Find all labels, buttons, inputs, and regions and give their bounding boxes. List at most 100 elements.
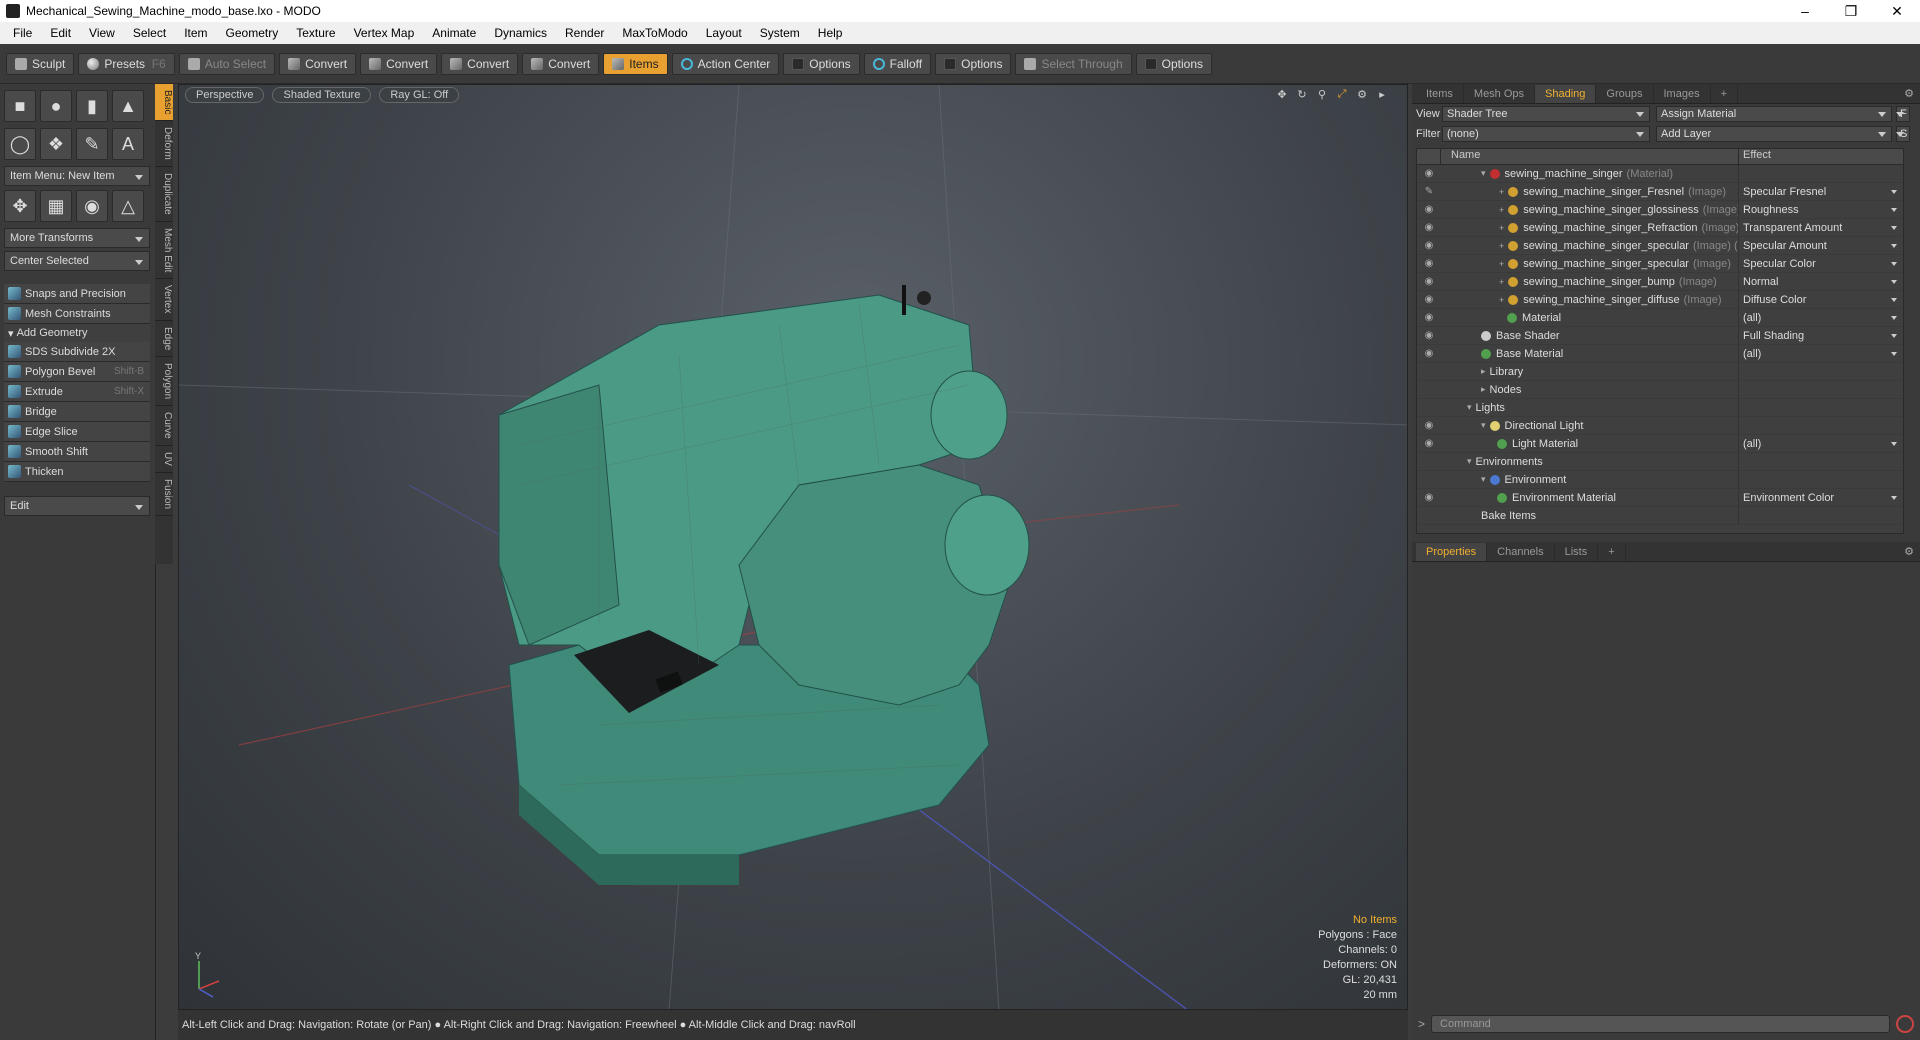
options-button-2[interactable]: Options <box>935 52 1012 75</box>
maximize-icon[interactable]: ⤢ <box>1335 88 1349 102</box>
tool-edge-slice[interactable]: Edge Slice <box>4 422 150 442</box>
visibility-eye-icon[interactable]: ◉ <box>1417 294 1441 305</box>
filter-select[interactable]: (none) <box>1442 126 1650 142</box>
torus-primitive-icon[interactable]: ◯ <box>4 128 36 160</box>
shader-tree-row[interactable]: ▸ Nodes <box>1417 380 1903 399</box>
visibility-eye-icon[interactable]: ✎ <box>1417 186 1441 197</box>
shader-tree-row[interactable]: ◉ + sewing_machine_singer_diffuse (Image) Di… <box>1417 290 1903 309</box>
visibility-eye-icon[interactable]: ◉ <box>1417 222 1441 233</box>
items-mode-button[interactable]: Items <box>603 52 668 75</box>
effect-dropdown[interactable]: Transparent Amount <box>1739 219 1903 237</box>
shader-tree-row[interactable]: ▾ Lights <box>1417 398 1903 417</box>
tool-extrude[interactable]: Extrude Shift-X <box>4 382 150 402</box>
tab-images[interactable]: Images <box>1654 85 1711 103</box>
expand-toggle-icon[interactable]: + <box>1499 259 1504 269</box>
shader-tree-row[interactable]: ◉ + sewing_machine_singer_glossiness (Image… <box>1417 200 1903 219</box>
gear-icon[interactable]: ⚙ <box>1355 88 1369 102</box>
minimize-button[interactable]: – <box>1782 3 1828 19</box>
effect-dropdown[interactable]: Full Shading <box>1739 327 1903 345</box>
command-input[interactable]: Command <box>1431 1015 1890 1033</box>
menu-item-edit[interactable]: Edit <box>41 26 80 40</box>
close-button[interactable]: ✕ <box>1874 3 1920 20</box>
expand-toggle-icon[interactable]: + <box>1499 187 1504 197</box>
menu-item-dynamics[interactable]: Dynamics <box>485 26 556 40</box>
shading-mode-button[interactable]: Shaded Texture <box>272 87 372 103</box>
menu-item-maxtomodo[interactable]: MaxToModo <box>613 26 696 40</box>
menu-item-texture[interactable]: Texture <box>287 26 344 40</box>
tab-mesh-ops[interactable]: Mesh Ops <box>1464 85 1536 103</box>
edit-dropdown[interactable]: Edit <box>4 496 150 516</box>
visibility-eye-icon[interactable]: ◉ <box>1417 438 1441 449</box>
visibility-eye-icon[interactable]: ◉ <box>1417 492 1441 503</box>
select-through-button[interactable]: Select Through <box>1015 52 1132 75</box>
tab-groups[interactable]: Groups <box>1596 85 1654 103</box>
shader-tree-row[interactable]: ◉ ▾ Directional Light <box>1417 416 1903 435</box>
expand-toggle-icon[interactable]: ▸ <box>1481 366 1486 377</box>
visibility-eye-icon[interactable]: ◉ <box>1417 276 1441 287</box>
options-button-3[interactable]: Options <box>1135 52 1212 75</box>
view-select[interactable]: Shader Tree <box>1442 106 1650 122</box>
menu-item-render[interactable]: Render <box>556 26 613 40</box>
visibility-eye-icon[interactable]: ◉ <box>1417 204 1441 215</box>
center-selected-dropdown[interactable]: Center Selected <box>4 251 150 271</box>
tool-bridge[interactable]: Bridge <box>4 402 150 422</box>
shader-tree-row[interactable]: ◉ + sewing_machine_singer_bump (Image) Norma… <box>1417 272 1903 291</box>
shader-tree-row[interactable]: ◉ Base Material (all) <box>1417 344 1903 363</box>
expand-toggle-icon[interactable]: + <box>1499 277 1504 287</box>
shader-tree-row[interactable]: ◉ + sewing_machine_singer_Refraction (Image… <box>1417 218 1903 237</box>
shader-tree-row[interactable]: ✎ + sewing_machine_singer_Fresnel (Image) Sp… <box>1417 182 1903 201</box>
vtab-polygon[interactable]: Polygon <box>155 357 173 407</box>
menu-item-help[interactable]: Help <box>809 26 852 40</box>
action-center-button[interactable]: Action Center <box>671 52 780 75</box>
effect-dropdown[interactable]: Roughness <box>1739 201 1903 219</box>
shader-tree-row[interactable]: ◉ + sewing_machine_singer_specular (Image) S… <box>1417 254 1903 273</box>
panel-options-icon[interactable]: ⚙ <box>1904 87 1914 100</box>
expand-toggle-icon[interactable]: + <box>1499 223 1504 233</box>
expand-toggle-icon[interactable]: ▾ <box>1481 168 1486 179</box>
tab-shading[interactable]: Shading <box>1535 85 1597 103</box>
capsule-primitive-icon[interactable]: ❖ <box>40 128 72 160</box>
vtab-uv[interactable]: UV <box>155 446 173 473</box>
sphere-primitive-icon[interactable]: ● <box>40 90 72 122</box>
restore-button[interactable]: ❐ <box>1828 3 1874 20</box>
name-column-header[interactable]: Name <box>1441 149 1739 164</box>
rotate-icon[interactable]: ↻ <box>1295 88 1309 102</box>
effect-dropdown[interactable]: Diffuse Color <box>1739 291 1903 309</box>
snaps-precision-button[interactable]: Snaps and Precision <box>4 284 150 304</box>
visibility-eye-icon[interactable]: ◉ <box>1417 258 1441 269</box>
tab-items[interactable]: Items <box>1416 85 1464 103</box>
menu-item-item[interactable]: Item <box>175 26 216 40</box>
grid-icon[interactable]: ▦ <box>40 190 72 222</box>
effect-dropdown[interactable]: Specular Color <box>1739 255 1903 273</box>
cone-primitive-icon[interactable]: ▲ <box>112 90 144 122</box>
expand-toggle-icon[interactable]: ▾ <box>1481 420 1486 431</box>
effect-dropdown[interactable]: Specular Amount <box>1739 237 1903 255</box>
tab-properties[interactable]: Properties <box>1416 543 1488 561</box>
vtab-deform[interactable]: Deform <box>155 121 173 168</box>
mesh-icon[interactable]: △ <box>112 190 144 222</box>
cube-primitive-icon[interactable]: ■ <box>4 90 36 122</box>
vtab-edge[interactable]: Edge <box>155 321 173 358</box>
presets-button[interactable]: Presets F6 <box>78 52 175 75</box>
s-button[interactable]: S <box>1896 126 1910 142</box>
effect-dropdown[interactable]: (all) <box>1739 309 1903 327</box>
expand-toggle-icon[interactable]: ▸ <box>1481 384 1486 395</box>
pan-icon[interactable]: ✥ <box>1275 88 1289 102</box>
shader-tree-row[interactable]: ▾ Environment <box>1417 470 1903 489</box>
menu-item-layout[interactable]: Layout <box>697 26 751 40</box>
vtab-mesh-edit[interactable]: Mesh Edit <box>155 222 173 280</box>
menu-item-animate[interactable]: Animate <box>423 26 485 40</box>
menu-item-vertex-map[interactable]: Vertex Map <box>345 26 424 40</box>
expand-toggle-icon[interactable]: ▾ <box>1467 456 1472 467</box>
menu-item-file[interactable]: File <box>4 26 41 40</box>
vtab-curve[interactable]: Curve <box>155 406 173 446</box>
convert-vertices-button[interactable]: Convert <box>279 52 357 75</box>
shader-tree-row[interactable]: ◉ + sewing_machine_singer_specular (Image) … <box>1417 236 1903 255</box>
vtab-duplicate[interactable]: Duplicate <box>155 167 173 222</box>
tool-polygon-bevel[interactable]: Polygon Bevel Shift-B <box>4 362 150 382</box>
vtab-vertex[interactable]: Vertex <box>155 279 173 321</box>
visibility-eye-icon[interactable]: ◉ <box>1417 420 1441 431</box>
text-tool-icon[interactable]: A <box>112 128 144 160</box>
visibility-eye-icon[interactable]: ◉ <box>1417 168 1441 179</box>
record-icon[interactable] <box>1896 1015 1914 1033</box>
